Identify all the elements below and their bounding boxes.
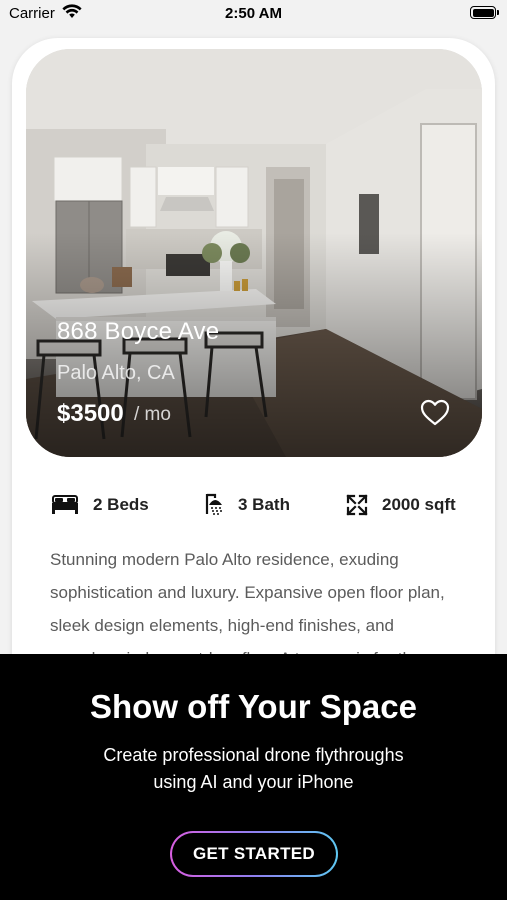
listing-address: 868 Boyce Ave (57, 318, 220, 345)
status-bar: Carrier 2:50 AM (0, 0, 507, 28)
promo-subtitle: Create professional drone flythroughs us… (60, 742, 447, 796)
bed-icon (52, 494, 78, 519)
clock: 2:50 AM (225, 5, 282, 22)
sqft-label: 2000 sqft (382, 495, 456, 514)
baths-label: 3 Bath (238, 495, 290, 514)
promo-subtitle-line2: using AI and your iPhone (153, 772, 354, 792)
shower-icon (205, 492, 225, 521)
get-started-label: GET STARTED (172, 833, 336, 875)
beds-label: 2 Beds (93, 495, 149, 514)
expand-icon (346, 494, 368, 521)
listing-price: $3500 (57, 400, 124, 427)
battery-icon (470, 6, 496, 19)
promo-subtitle-line1: Create professional drone flythroughs (103, 745, 404, 765)
get-started-button[interactable]: GET STARTED (170, 831, 338, 877)
price-period: / mo (134, 404, 171, 425)
promo-headline: Show off Your Space (90, 688, 417, 725)
listing-city: Palo Alto, CA (57, 362, 175, 384)
listing-description: Stunning modern Palo Alto residence, exu… (50, 550, 445, 655)
heart-icon[interactable] (420, 399, 450, 432)
kitchen-interior-photo[interactable] (26, 49, 482, 457)
